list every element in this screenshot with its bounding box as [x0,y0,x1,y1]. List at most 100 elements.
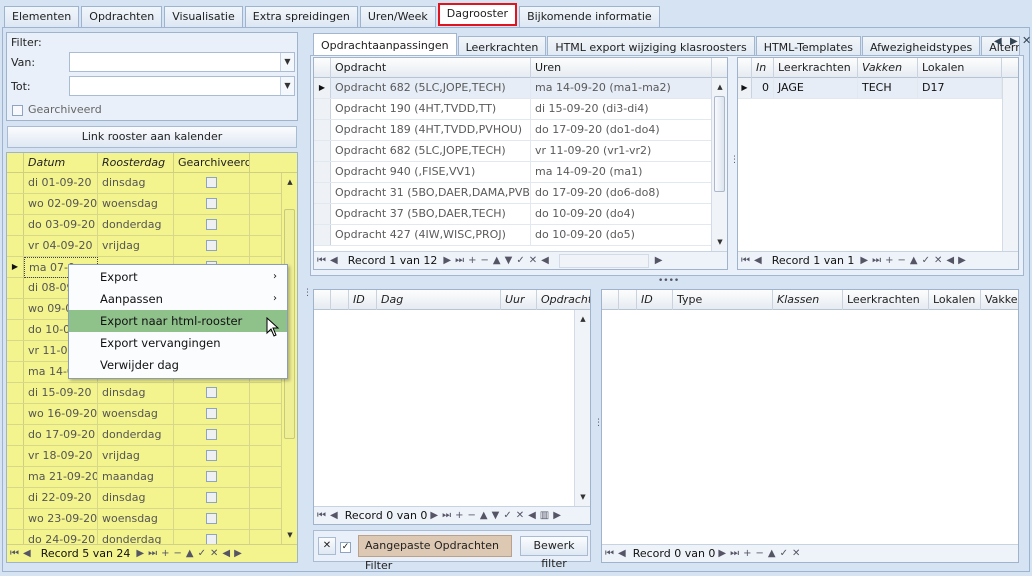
col-lokalen[interactable]: Lokalen [918,58,1002,78]
col-uur[interactable]: Uur [501,290,537,310]
archived-checkbox[interactable] [174,488,250,509]
col-lokalen[interactable]: Lokalen [929,290,981,310]
col-id[interactable]: ID [637,290,673,310]
filter-text[interactable]: Aangepaste Opdrachten Filter [358,535,512,572]
filter-enabled-checkbox[interactable]: ✓ [340,539,351,553]
last-record-icon[interactable]: ⏭ [872,255,881,266]
tot-date-input[interactable]: ▼ [69,76,295,96]
table-row[interactable]: ma 21-09-20 maandag [7,467,287,488]
add-icon[interactable]: + [885,255,893,266]
col-type[interactable]: Type [673,290,773,310]
delete-icon[interactable]: − [898,255,906,266]
delete-icon[interactable]: − [174,548,182,559]
archived-checkbox[interactable] [174,215,250,236]
prev-record-icon[interactable]: ◀ [330,255,338,266]
scroll-left-icon[interactable]: ◀ [541,255,549,266]
up-icon[interactable]: ▲ [480,510,488,521]
link-rooster-button[interactable]: Link rooster aan kalender [7,126,297,148]
scroll-right-icon[interactable]: ▶ [234,548,242,559]
col-datum[interactable]: Datum [24,153,98,173]
check-icon[interactable]: ✓ [780,548,788,559]
cancel-icon[interactable]: ✕ [516,510,524,521]
prev-record-icon[interactable]: ◀ [23,548,31,559]
tab-extra-spreidingen[interactable]: Extra spreidingen [244,6,358,27]
first-record-icon[interactable]: ⏮ [605,548,614,559]
archived-checkbox[interactable] [174,509,250,530]
col-dag[interactable]: Dag [377,290,501,310]
col-leerkrachten[interactable]: Leerkrachten [843,290,929,310]
archived-checkbox[interactable] [174,194,250,215]
close-icon[interactable]: ✕ [1022,34,1031,47]
down-icon[interactable]: ▼ [505,255,513,266]
delete-icon[interactable]: − [756,548,764,559]
table-row[interactable]: Opdracht 427 (4IW,WISC,PROJ) do 10-09-20 … [314,225,712,246]
leerkrachten-vscrollbar[interactable] [1002,78,1018,251]
table-row[interactable]: Opdracht 189 (4HT,TVDD,PVHOU) do 17-09-20… [314,120,712,141]
table-row[interactable]: vr 18-09-20 vrijdag [7,446,287,467]
table-row[interactable]: di 01-09-20 dinsdag [7,173,287,194]
tab-scroll-right-icon[interactable]: ▶ [1010,36,1018,47]
archived-checkbox[interactable] [174,383,250,404]
tab-visualisatie[interactable]: Visualisatie [164,6,243,27]
scroll-right-icon[interactable]: ▶ [655,255,663,266]
archived-checkbox[interactable] [174,236,250,257]
add-icon[interactable]: + [161,548,169,559]
cancel-icon[interactable]: ✕ [934,255,942,266]
van-date-input[interactable]: ▼ [69,52,295,72]
col-opdracht[interactable]: Opdracht [331,58,531,78]
next-record-icon[interactable]: ▶ [860,255,868,266]
col-vakken[interactable]: Vakken [858,58,918,78]
prev-record-icon[interactable]: ◀ [754,255,762,266]
archived-checkbox[interactable] [174,404,250,425]
dag-vscrollbar[interactable]: ▲ ▼ [574,310,590,506]
menu-item-aanpassen[interactable]: Aanpassen › [69,288,287,310]
table-row[interactable]: di 22-09-20 dinsdag [7,488,287,509]
opdrachten-hscrollbar[interactable] [558,253,649,268]
delete-icon[interactable]: − [468,510,476,521]
menu-item-export-vervangingen[interactable]: Export vervangingen [69,332,287,354]
prev-record-icon[interactable]: ◀ [618,548,626,559]
table-row[interactable]: wo 16-09-20 woensdag [7,404,287,425]
tab-opdrachten[interactable]: Opdrachten [81,6,163,27]
tab-scroll-left-icon[interactable]: ◀ [994,36,1002,47]
col-roosterdag[interactable]: Roosterdag [98,153,174,173]
first-record-icon[interactable]: ⏮ [741,255,750,266]
table-row[interactable]: Opdracht 190 (4HT,TVDD,TT) di 15-09-20 (d… [314,99,712,120]
add-icon[interactable]: + [468,255,476,266]
up-icon[interactable]: ▲ [768,548,776,559]
splitter-handle[interactable]: ⋮ [303,288,312,298]
archived-checkbox[interactable] [174,425,250,446]
table-row[interactable]: Opdracht 31 (5BO,DAER,DAMA,PVBOU) do 17-0… [314,183,712,204]
menu-item-verwijder-dag[interactable]: Verwijder dag [69,354,287,376]
add-icon[interactable]: + [455,510,463,521]
archived-checkbox[interactable] [174,173,250,194]
scroll-left-icon[interactable]: ◀ [946,255,954,266]
next-record-icon[interactable]: ▶ [443,255,451,266]
col-opdracht[interactable]: Opdracht [537,290,590,310]
up-icon[interactable]: ▲ [493,255,501,266]
col-gearchiveerd[interactable]: Gearchiveerd [174,153,250,173]
tab-uren-week[interactable]: Uren/Week [359,6,436,27]
col-leerkrachten[interactable]: Leerkrachten [774,58,858,78]
scroll-left-icon[interactable]: ◀ [222,548,230,559]
cancel-icon[interactable]: ✕ [210,548,218,559]
table-row[interactable]: wo 23-09-20 woensdag [7,509,287,530]
scroll-thumb[interactable] [714,96,725,192]
scroll-right-icon[interactable]: ▶ [553,510,561,521]
col-uren[interactable]: Uren [531,58,712,78]
table-row[interactable]: do 17-09-20 donderdag [7,425,287,446]
col-in[interactable]: In [752,58,774,78]
col-vakken[interactable]: Vakken [981,290,1018,310]
scroll-thumb-icon[interactable]: ▥ [540,510,549,521]
chevron-down-icon[interactable]: ▼ [280,77,294,95]
down-icon[interactable]: ▼ [492,510,500,521]
delete-icon[interactable]: − [481,255,489,266]
edit-filter-button[interactable]: Bewerk filter [520,536,588,570]
table-row[interactable]: wo 02-09-20 woensdag [7,194,287,215]
horizontal-splitter-handle[interactable]: •••• [658,276,679,286]
clear-filter-icon[interactable]: ✕ [318,537,336,555]
up-icon[interactable]: ▲ [186,548,194,559]
chevron-down-icon[interactable]: ▼ [280,53,294,71]
table-row[interactable]: Opdracht 37 (5BO,DAER,TECH) do 10-09-20 (… [314,204,712,225]
last-record-icon[interactable]: ⏭ [148,548,157,559]
